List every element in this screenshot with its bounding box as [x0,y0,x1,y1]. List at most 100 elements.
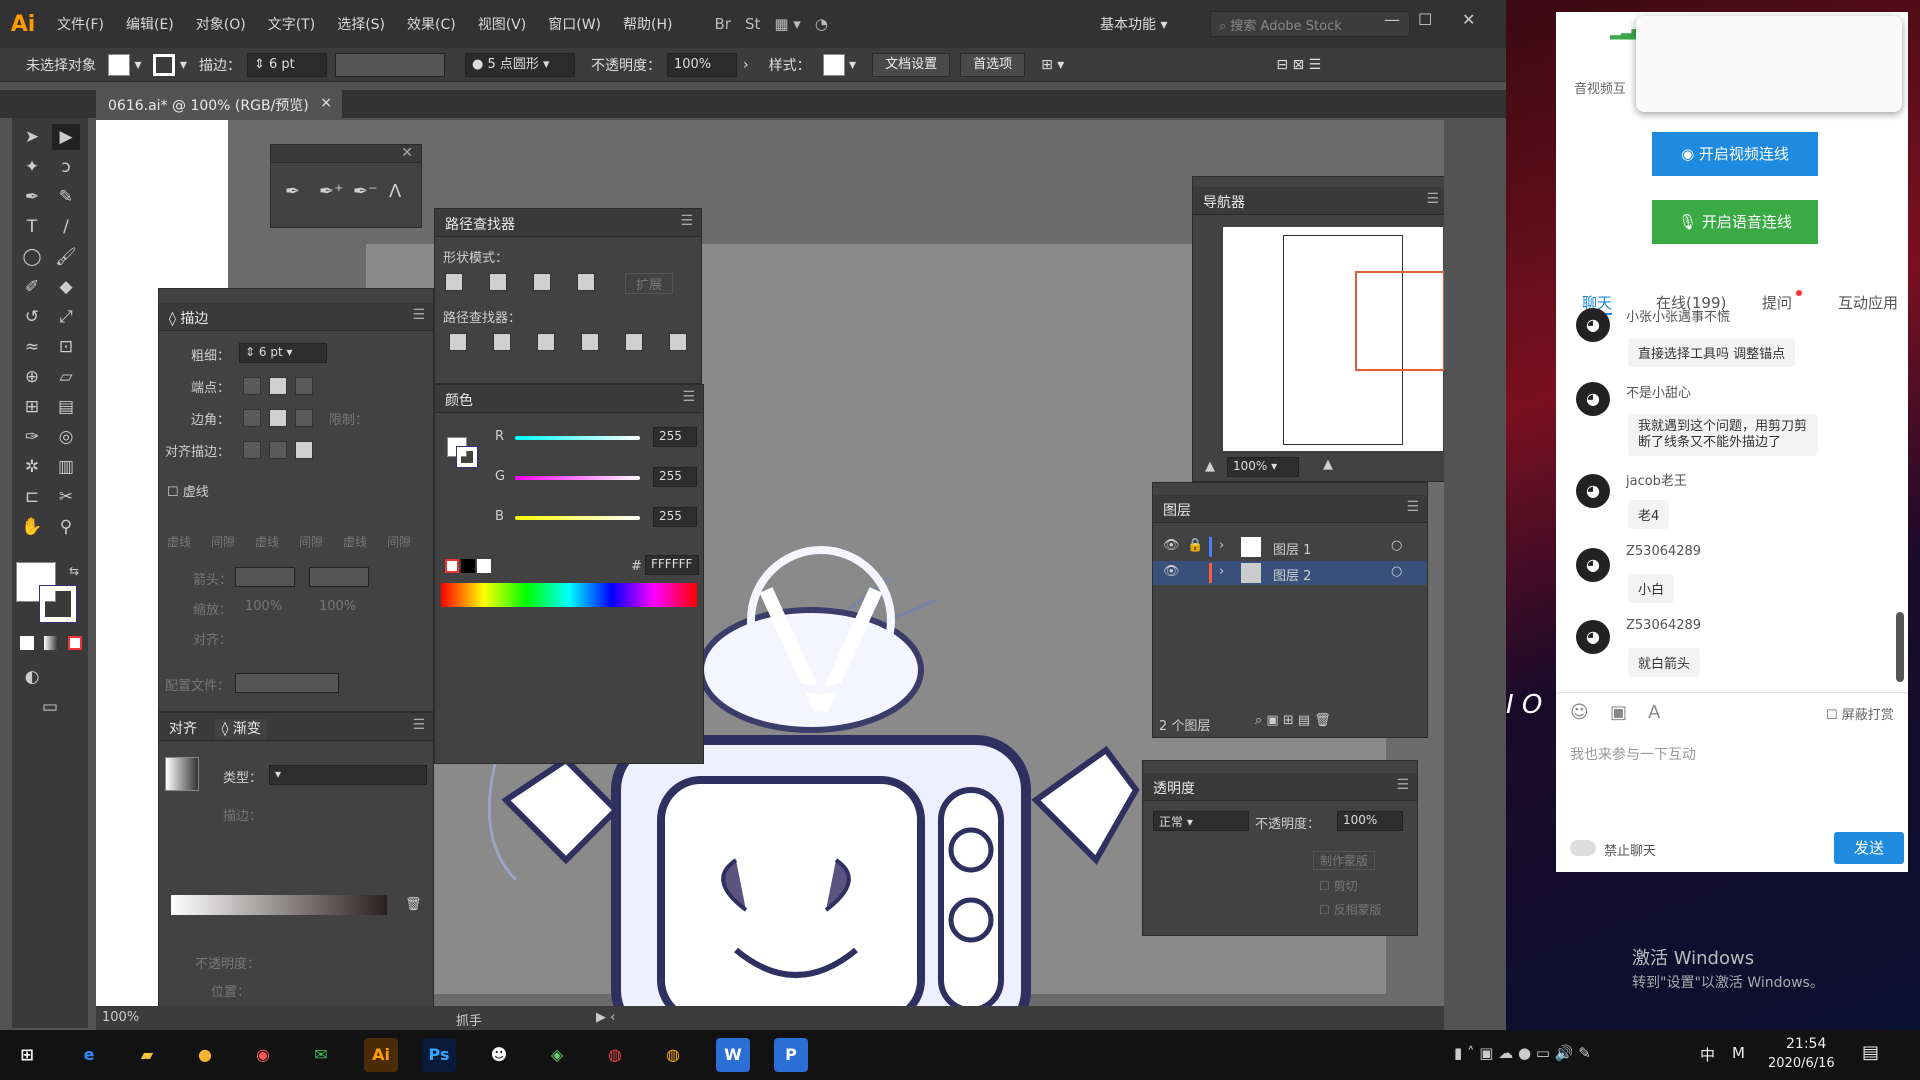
exclude-button[interactable] [577,273,595,291]
pen-icon[interactable]: ✒ [285,181,300,202]
opacity-field[interactable]: 100% [1337,811,1403,831]
panel-menu-icon[interactable]: ☰ [412,307,425,323]
merge-button[interactable] [537,333,555,351]
symbol-sprayer-icon[interactable]: ✲ [18,454,46,480]
app-icon[interactable]: W [716,1038,750,1072]
file-explorer-icon[interactable]: ▰ [130,1038,164,1072]
slice-tool-icon[interactable]: ✂ [52,484,80,510]
app-icon[interactable]: ◉ [246,1038,280,1072]
none-swatch[interactable] [445,559,459,573]
blend-mode-dropdown[interactable]: 正常 ▾ [1153,811,1249,831]
search-input[interactable]: ⌕ 搜索 Adobe Stock [1210,11,1410,37]
rotate-tool-icon[interactable]: ↺ [18,304,46,330]
emoji-icon[interactable]: ☺ [1570,702,1589,723]
outline-button[interactable] [625,333,643,351]
status-arrow-icon[interactable]: ▶ ‹ [596,1010,615,1025]
align-outside-button[interactable] [295,441,313,459]
trim-button[interactable] [493,333,511,351]
expand-arrow-icon[interactable]: › [1219,564,1224,579]
minus-back-button[interactable] [669,333,687,351]
channel-r-slider[interactable] [515,436,640,440]
channel-g-value[interactable]: 255 [653,467,697,487]
expand-arrow-icon[interactable]: › [1219,538,1224,553]
image-icon[interactable]: ▣ [1610,702,1627,723]
chat-scrollbar[interactable] [1896,612,1904,682]
clip-checkbox[interactable]: ☐ 剪切 [1319,877,1358,894]
opacity-field[interactable]: 100% [666,52,737,77]
app-icon[interactable]: ● [188,1038,222,1072]
eraser-icon[interactable]: ◆ [52,274,80,300]
weight-field[interactable]: ⇕ 6 pt ▾ [239,343,327,363]
type-tool-icon[interactable]: T [18,214,46,240]
fill-swatch[interactable]: ▾ [102,53,147,76]
expand-button[interactable]: 扩展 [625,273,674,294]
add-anchor-icon[interactable]: ✒⁺ [319,181,344,202]
bevel-join-button[interactable] [295,409,313,427]
stroke-color-swatch[interactable] [456,446,478,468]
document-tab[interactable]: 0616.ai* @ 100% (RGB/预览) × [96,90,342,118]
voice-connect-button[interactable]: 🎙 开启语音连线 [1652,200,1818,244]
mesh-tool-icon[interactable]: ⊞ [18,394,46,420]
eyedropper-icon[interactable]: ✑ [18,424,46,450]
hex-field[interactable]: FFFFFF [645,555,699,575]
screen-mode-icon[interactable]: ▭ [36,694,64,720]
round-join-button[interactable] [269,409,287,427]
channel-b-value[interactable]: 255 [653,507,697,527]
video-connect-button[interactable]: ◉ 开启视频连线 [1652,132,1818,176]
crop-button[interactable] [581,333,599,351]
delete-stop-icon[interactable]: 🗑 [405,897,422,912]
tray-icons[interactable]: ▮ ˄ ▣ ☁ ● ▭ 🔊 ✎ [1454,1044,1591,1062]
target-icon[interactable]: ○ [1391,564,1402,579]
workspace-switcher[interactable]: 基本功能 ▾ [1100,14,1167,34]
chat-input[interactable]: 我也来参与一下互动 [1570,744,1894,804]
opacity-arrow-icon[interactable]: › [737,57,755,73]
direct-selection-tool-icon[interactable]: ▶ [52,124,80,150]
divide-button[interactable] [449,333,467,351]
dashed-checkbox[interactable]: ☐ 虚线 [167,481,209,500]
notification-icon[interactable]: ▤ [1862,1042,1879,1063]
preferences-button[interactable]: 首选项 [960,52,1026,77]
tab-gradient[interactable]: ◊ 渐变 [215,719,267,739]
menu-view[interactable]: 视图(V) [467,14,538,34]
close-tab-icon[interactable]: × [320,95,332,111]
channel-b-slider[interactable] [515,516,640,520]
layer-name[interactable]: 图层 1 [1273,539,1311,558]
artboard-tool-icon[interactable]: ⊏ [18,484,46,510]
pen-tool-icon[interactable]: ✒ [18,184,46,210]
navigator-zoom-field[interactable]: 100% ▾ [1227,457,1299,477]
panel-menu-icon[interactable]: ☰ [1426,191,1439,207]
make-mask-button[interactable]: 制作蒙版 [1313,851,1376,870]
send-button[interactable]: 发送 [1834,832,1904,864]
channel-g-slider[interactable] [515,476,640,480]
align-icon[interactable]: ⊟ ⊠ ☰ [1270,57,1327,73]
illustrator-taskbar-icon[interactable]: Ai [364,1038,398,1072]
stroke-swatch[interactable]: ▾ [147,53,192,76]
butt-cap-button[interactable] [243,377,261,395]
clock-date[interactable]: 2020/6/16 [1768,1056,1835,1071]
menu-type[interactable]: 文字(T) [257,14,326,34]
zoom-in-icon[interactable]: ▲ [1323,457,1333,472]
stock-icon[interactable]: St [738,15,767,33]
bridge-icon[interactable]: Br [707,15,737,33]
layer-actions[interactable]: ⌕ ▣ ⊞ ▤ 🗑 [1255,713,1331,728]
arrange-icon[interactable]: ⊞ ▾ [1035,57,1070,73]
paintbrush-icon[interactable]: 🖌 [52,244,80,270]
draw-mode-icon[interactable]: ◐ [18,664,46,690]
app-icon[interactable]: P [774,1038,808,1072]
start-button[interactable]: ⊞ [10,1038,44,1072]
none-mode-icon[interactable] [68,636,82,650]
zoom-out-icon[interactable]: ▲ [1205,459,1215,474]
lock-icon[interactable]: 🔒 [1187,538,1203,553]
ellipse-tool-icon[interactable]: ◯ [18,244,46,270]
scale-tool-icon[interactable]: ⤢ [52,304,80,330]
free-transform-icon[interactable]: ⊡ [52,334,80,360]
visibility-eye-icon[interactable]: 👁 [1163,564,1180,579]
selection-tool-icon[interactable]: ➤ [18,124,46,150]
tab-questions[interactable]: 提问 [1762,292,1792,313]
edge-icon[interactable]: e [72,1038,106,1072]
menu-object[interactable]: 对象(O) [185,14,257,34]
anchor-point-icon[interactable]: ᐱ [389,181,401,202]
hand-tool-icon[interactable]: ✋ [18,514,46,540]
layer-row-2[interactable]: 👁 › 图层 2 ○ [1153,561,1427,585]
invert-mask-checkbox[interactable]: ☐ 反相蒙版 [1319,901,1382,918]
